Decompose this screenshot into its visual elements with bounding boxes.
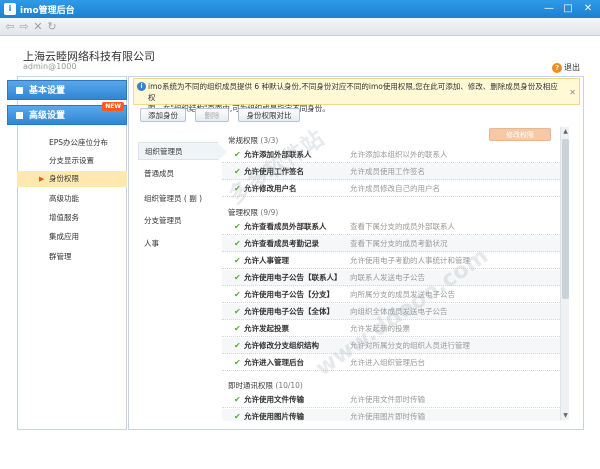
permission-row: ✔ 允许查看成员外部联系人 查看下属分支的成员外部联系人 [222, 219, 566, 235]
role-item-member[interactable]: 普通成员 [138, 165, 218, 183]
permission-row: ✔ 允许使用图片传输 允许使用图片即时传输 [222, 409, 566, 421]
menu-item-identity-permission[interactable]: ▶ 身份权限 [17, 171, 127, 187]
logout-label: 退出 [564, 63, 580, 72]
info-icon: i [137, 82, 146, 91]
advanced-settings-header[interactable]: 高级设置 NEW [7, 102, 127, 125]
expand-icon [16, 87, 23, 94]
add-identity-button[interactable]: 添加身份 [140, 108, 186, 122]
role-item-hr[interactable]: 人事 [138, 235, 218, 253]
group-title-im: 即时通讯权限 (10/10) [228, 381, 303, 390]
collapse-icon [16, 112, 23, 119]
advanced-settings-label: 高级设置 [29, 111, 66, 121]
forward-arrow-icon[interactable]: ⇨ [18, 20, 30, 33]
permission-row: ✔ 允许修改分支组织结构 允许对所属分支的组织人员进行管理 [222, 338, 566, 354]
check-icon: ✔ [234, 184, 241, 193]
scroll-down-icon[interactable]: ▼ [561, 411, 570, 420]
menu-item-group-management[interactable]: 群管理 [17, 249, 127, 265]
group-title-management: 管理权限 (9/9) [228, 208, 279, 217]
compare-permissions-button[interactable]: 身份权限对比 [238, 108, 300, 122]
new-badge: NEW [102, 102, 124, 111]
role-item-branch-admin[interactable]: 分支管理员 [138, 212, 218, 230]
app-logo-icon: i [4, 3, 16, 15]
back-arrow-icon[interactable]: ⇦ [4, 20, 16, 33]
refresh-icon[interactable]: ↻ [46, 20, 58, 33]
role-item-deputy-admin[interactable]: 组织管理员 ( 副 ) [138, 190, 218, 208]
check-icon: ✔ [234, 256, 241, 265]
check-icon: ✔ [234, 412, 241, 421]
check-icon: ✔ [234, 273, 241, 282]
check-icon: ✔ [234, 358, 241, 367]
group-title-general: 常规权限 (3/3) [228, 136, 279, 145]
permission-row: ✔ 允许使用文件传输 允许使用文件即时传输 [222, 392, 566, 408]
check-icon: ✔ [234, 167, 241, 176]
delete-button[interactable]: 删除 [195, 108, 229, 122]
check-icon: ✔ [234, 150, 241, 159]
permission-row: ✔ 允许修改用户名 允许成员修改自己的用户名 [222, 181, 566, 197]
navigation-bar: ⇦ ⇨ ✕ ↻ [0, 18, 600, 36]
stop-icon[interactable]: ✕ [32, 20, 44, 33]
menu-item-label: 身份权限 [49, 174, 79, 183]
vertical-scrollbar[interactable]: ▲ ▼ [560, 127, 569, 420]
menu-item-advanced-functions[interactable]: 高级功能 [17, 191, 127, 207]
check-icon: ✔ [234, 222, 241, 231]
permission-list: 常规权限 (3/3) ✔ 允许添加外部联系人 允许添加本组织以外的联系人 ✔ 允许使用… [222, 127, 566, 421]
title-bar: i imo管理后台 — □ ✕ [0, 0, 600, 18]
permission-row: ✔ 允许使用电子公告【分支】 向所属分支的成员发送电子公告 [222, 287, 566, 303]
role-item-org-admin[interactable]: 组织管理员 [138, 142, 227, 161]
current-arrow-icon: ▶ [39, 175, 45, 183]
check-icon: ✔ [234, 341, 241, 350]
help-icon: ? [552, 63, 562, 73]
permission-row: ✔ 允许发起投票 允许发起新的投票 [222, 321, 566, 337]
maximize-button[interactable]: □ [559, 2, 577, 16]
window-title: imo管理后台 [20, 6, 75, 16]
scroll-up-icon[interactable]: ▲ [561, 127, 570, 136]
permission-row: ✔ 允许使用工作签名 允许成员使用工作签名 [222, 164, 566, 180]
basic-settings-label: 基本设置 [29, 86, 66, 96]
permission-row: ✔ 允许使用电子公告【全体】 向组织全体成员发送电子公告 [222, 304, 566, 320]
menu-item-value-added[interactable]: 增值服务 [17, 210, 127, 226]
check-icon: ✔ [234, 239, 241, 248]
close-notice-icon[interactable]: ✕ [569, 87, 576, 98]
menu-item-integration[interactable]: 集成应用 [17, 229, 127, 245]
close-window-button[interactable]: ✕ [579, 2, 597, 16]
check-icon: ✔ [234, 324, 241, 333]
check-icon: ✔ [234, 395, 241, 404]
permission-row: ✔ 允许人事管理 允许使用电子考勤的人事统计和管理 [222, 253, 566, 269]
menu-item-branch-display[interactable]: 分支显示设置 [17, 153, 127, 169]
permission-row: ✔ 允许进入管理后台 允许进入组织管理后台 [222, 355, 566, 371]
account-name: admin@1000 [23, 62, 77, 71]
permission-row: ✔ 允许使用电子公告【联系人】 向联系人发送电子公告 [222, 270, 566, 286]
basic-settings-header[interactable]: 基本设置 [7, 80, 127, 100]
permission-row: ✔ 允许查看成员考勤记录 查看下属分支的成员考勤状况 [222, 236, 566, 252]
scroll-thumb[interactable] [562, 139, 569, 299]
check-icon: ✔ [234, 307, 241, 316]
minimize-button[interactable]: — [540, 2, 558, 16]
menu-item-eps[interactable]: EPS办公座位分布 [17, 135, 127, 151]
logout-link[interactable]: ? 退出 [552, 62, 580, 73]
notice-box: i imo系统为不同的组织成员提供 6 种默认身份,不同身份对应不同的imo使用… [133, 78, 580, 113]
notice-line-1: imo系统为不同的组织成员提供 6 种默认身份,不同身份对应不同的imo使用权限… [148, 82, 558, 102]
permission-row: ✔ 允许添加外部联系人 允许添加本组织以外的联系人 [222, 147, 566, 163]
check-icon: ✔ [234, 290, 241, 299]
